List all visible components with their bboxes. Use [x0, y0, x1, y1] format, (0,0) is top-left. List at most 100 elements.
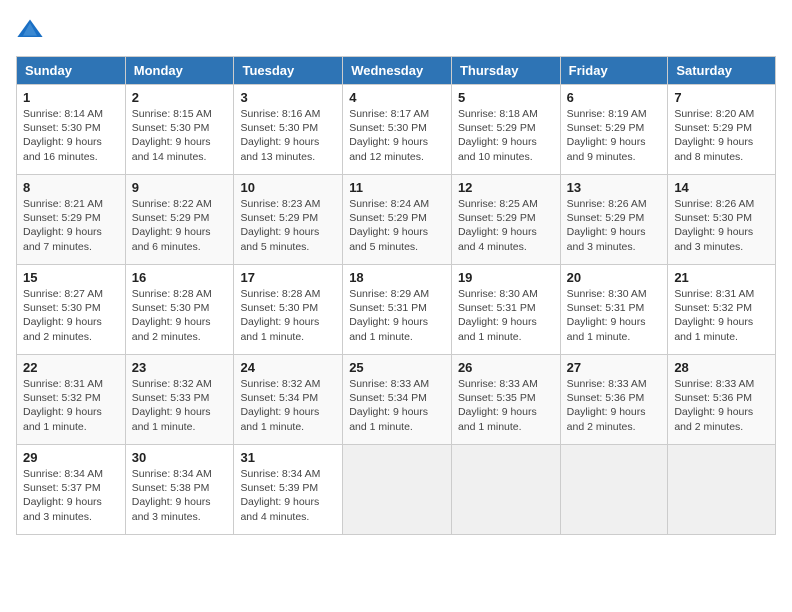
- day-info: Sunrise: 8:25 AM Sunset: 5:29 PM Dayligh…: [458, 197, 554, 254]
- day-info: Sunrise: 8:26 AM Sunset: 5:29 PM Dayligh…: [567, 197, 662, 254]
- day-info: Sunrise: 8:31 AM Sunset: 5:32 PM Dayligh…: [674, 287, 769, 344]
- table-row: 29 Sunrise: 8:34 AM Sunset: 5:37 PM Dayli…: [17, 445, 126, 535]
- table-row: 10Sunrise: 8:23 AM Sunset: 5:29 PM Dayli…: [234, 175, 343, 265]
- logo: [16, 16, 48, 44]
- day-info: Sunrise: 8:24 AM Sunset: 5:29 PM Dayligh…: [349, 197, 445, 254]
- header-row: SundayMondayTuesdayWednesdayThursdayFrid…: [17, 57, 776, 85]
- header-wednesday: Wednesday: [343, 57, 452, 85]
- table-row: 16 Sunrise: 8:28 AM Sunset: 5:30 PM Dayli…: [125, 265, 234, 355]
- header-tuesday: Tuesday: [234, 57, 343, 85]
- calendar-row: 29 Sunrise: 8:34 AM Sunset: 5:37 PM Dayli…: [17, 445, 776, 535]
- table-row: 26 Sunrise: 8:33 AM Sunset: 5:35 PM Dayli…: [451, 355, 560, 445]
- day-number: 4: [349, 90, 445, 105]
- table-row: 31Sunrise: 8:34 AM Sunset: 5:39 PM Dayli…: [234, 445, 343, 535]
- day-number: 7: [674, 90, 769, 105]
- day-number: 8: [23, 180, 119, 195]
- table-row: 27 Sunrise: 8:33 AM Sunset: 5:36 PM Dayli…: [560, 355, 668, 445]
- calendar-table: SundayMondayTuesdayWednesdayThursdayFrid…: [16, 56, 776, 535]
- day-info: Sunrise: 8:30 AM Sunset: 5:31 PM Dayligh…: [567, 287, 662, 344]
- day-info: Sunrise: 8:30 AM Sunset: 5:31 PM Dayligh…: [458, 287, 554, 344]
- table-row: [668, 445, 776, 535]
- day-number: 14: [674, 180, 769, 195]
- day-info: Sunrise: 8:16 AM Sunset: 5:30 PM Dayligh…: [240, 107, 336, 164]
- day-number: 23: [132, 360, 228, 375]
- table-row: 3 Sunrise: 8:16 AM Sunset: 5:30 PM Daylig…: [234, 85, 343, 175]
- day-info: Sunrise: 8:33 AM Sunset: 5:35 PM Dayligh…: [458, 377, 554, 434]
- day-info: Sunrise: 8:21 AM Sunset: 5:29 PM Dayligh…: [23, 197, 119, 254]
- day-number: 9: [132, 180, 228, 195]
- day-info: Sunrise: 8:15 AM Sunset: 5:30 PM Dayligh…: [132, 107, 228, 164]
- table-row: 17 Sunrise: 8:28 AM Sunset: 5:30 PM Dayli…: [234, 265, 343, 355]
- day-number: 26: [458, 360, 554, 375]
- day-info: Sunrise: 8:29 AM Sunset: 5:31 PM Dayligh…: [349, 287, 445, 344]
- table-row: 5Sunrise: 8:18 AM Sunset: 5:29 PM Daylig…: [451, 85, 560, 175]
- table-row: 13Sunrise: 8:26 AM Sunset: 5:29 PM Dayli…: [560, 175, 668, 265]
- calendar-row: 1 Sunrise: 8:14 AM Sunset: 5:30 PM Daylig…: [17, 85, 776, 175]
- day-info: Sunrise: 8:27 AM Sunset: 5:30 PM Dayligh…: [23, 287, 119, 344]
- day-number: 19: [458, 270, 554, 285]
- day-info: Sunrise: 8:33 AM Sunset: 5:36 PM Dayligh…: [674, 377, 769, 434]
- day-info: Sunrise: 8:31 AM Sunset: 5:32 PM Dayligh…: [23, 377, 119, 434]
- table-row: 9 Sunrise: 8:22 AM Sunset: 5:29 PM Daylig…: [125, 175, 234, 265]
- day-number: 21: [674, 270, 769, 285]
- table-row: [343, 445, 452, 535]
- header-saturday: Saturday: [668, 57, 776, 85]
- table-row: 23 Sunrise: 8:32 AM Sunset: 5:33 PM Dayli…: [125, 355, 234, 445]
- table-row: 6 Sunrise: 8:19 AM Sunset: 5:29 PM Daylig…: [560, 85, 668, 175]
- day-number: 29: [23, 450, 119, 465]
- day-number: 15: [23, 270, 119, 285]
- table-row: 21 Sunrise: 8:31 AM Sunset: 5:32 PM Dayli…: [668, 265, 776, 355]
- table-row: 18Sunrise: 8:29 AM Sunset: 5:31 PM Dayli…: [343, 265, 452, 355]
- calendar-body: 1 Sunrise: 8:14 AM Sunset: 5:30 PM Daylig…: [17, 85, 776, 535]
- table-row: 22Sunrise: 8:31 AM Sunset: 5:32 PM Dayli…: [17, 355, 126, 445]
- day-info: Sunrise: 8:26 AM Sunset: 5:30 PM Dayligh…: [674, 197, 769, 254]
- day-number: 3: [240, 90, 336, 105]
- day-number: 28: [674, 360, 769, 375]
- table-row: 8 Sunrise: 8:21 AM Sunset: 5:29 PM Daylig…: [17, 175, 126, 265]
- day-info: Sunrise: 8:17 AM Sunset: 5:30 PM Dayligh…: [349, 107, 445, 164]
- day-number: 16: [132, 270, 228, 285]
- table-row: 11 Sunrise: 8:24 AM Sunset: 5:29 PM Dayli…: [343, 175, 452, 265]
- table-row: 15 Sunrise: 8:27 AM Sunset: 5:30 PM Dayli…: [17, 265, 126, 355]
- day-number: 30: [132, 450, 228, 465]
- day-info: Sunrise: 8:28 AM Sunset: 5:30 PM Dayligh…: [132, 287, 228, 344]
- calendar-row: 8 Sunrise: 8:21 AM Sunset: 5:29 PM Daylig…: [17, 175, 776, 265]
- calendar-header: SundayMondayTuesdayWednesdayThursdayFrid…: [17, 57, 776, 85]
- day-info: Sunrise: 8:28 AM Sunset: 5:30 PM Dayligh…: [240, 287, 336, 344]
- day-info: Sunrise: 8:22 AM Sunset: 5:29 PM Dayligh…: [132, 197, 228, 254]
- table-row: 20 Sunrise: 8:30 AM Sunset: 5:31 PM Dayli…: [560, 265, 668, 355]
- day-number: 6: [567, 90, 662, 105]
- day-number: 12: [458, 180, 554, 195]
- calendar-row: 22Sunrise: 8:31 AM Sunset: 5:32 PM Dayli…: [17, 355, 776, 445]
- day-info: Sunrise: 8:33 AM Sunset: 5:36 PM Dayligh…: [567, 377, 662, 434]
- day-number: 31: [240, 450, 336, 465]
- day-info: Sunrise: 8:33 AM Sunset: 5:34 PM Dayligh…: [349, 377, 445, 434]
- day-info: Sunrise: 8:14 AM Sunset: 5:30 PM Dayligh…: [23, 107, 119, 164]
- day-number: 27: [567, 360, 662, 375]
- day-number: 11: [349, 180, 445, 195]
- table-row: 19 Sunrise: 8:30 AM Sunset: 5:31 PM Dayli…: [451, 265, 560, 355]
- table-row: 4 Sunrise: 8:17 AM Sunset: 5:30 PM Daylig…: [343, 85, 452, 175]
- day-number: 20: [567, 270, 662, 285]
- table-row: [560, 445, 668, 535]
- logo-icon: [16, 16, 44, 44]
- table-row: 25Sunrise: 8:33 AM Sunset: 5:34 PM Dayli…: [343, 355, 452, 445]
- table-row: 30Sunrise: 8:34 AM Sunset: 5:38 PM Dayli…: [125, 445, 234, 535]
- header-monday: Monday: [125, 57, 234, 85]
- day-info: Sunrise: 8:32 AM Sunset: 5:33 PM Dayligh…: [132, 377, 228, 434]
- header-friday: Friday: [560, 57, 668, 85]
- day-info: Sunrise: 8:19 AM Sunset: 5:29 PM Dayligh…: [567, 107, 662, 164]
- table-row: 24Sunrise: 8:32 AM Sunset: 5:34 PM Dayli…: [234, 355, 343, 445]
- day-number: 24: [240, 360, 336, 375]
- table-row: 2 Sunrise: 8:15 AM Sunset: 5:30 PM Daylig…: [125, 85, 234, 175]
- day-number: 10: [240, 180, 336, 195]
- calendar-row: 15 Sunrise: 8:27 AM Sunset: 5:30 PM Dayli…: [17, 265, 776, 355]
- table-row: [451, 445, 560, 535]
- day-info: Sunrise: 8:20 AM Sunset: 5:29 PM Dayligh…: [674, 107, 769, 164]
- day-info: Sunrise: 8:34 AM Sunset: 5:37 PM Dayligh…: [23, 467, 119, 524]
- day-number: 2: [132, 90, 228, 105]
- day-number: 17: [240, 270, 336, 285]
- table-row: 7 Sunrise: 8:20 AM Sunset: 5:29 PM Daylig…: [668, 85, 776, 175]
- day-number: 5: [458, 90, 554, 105]
- day-number: 1: [23, 90, 119, 105]
